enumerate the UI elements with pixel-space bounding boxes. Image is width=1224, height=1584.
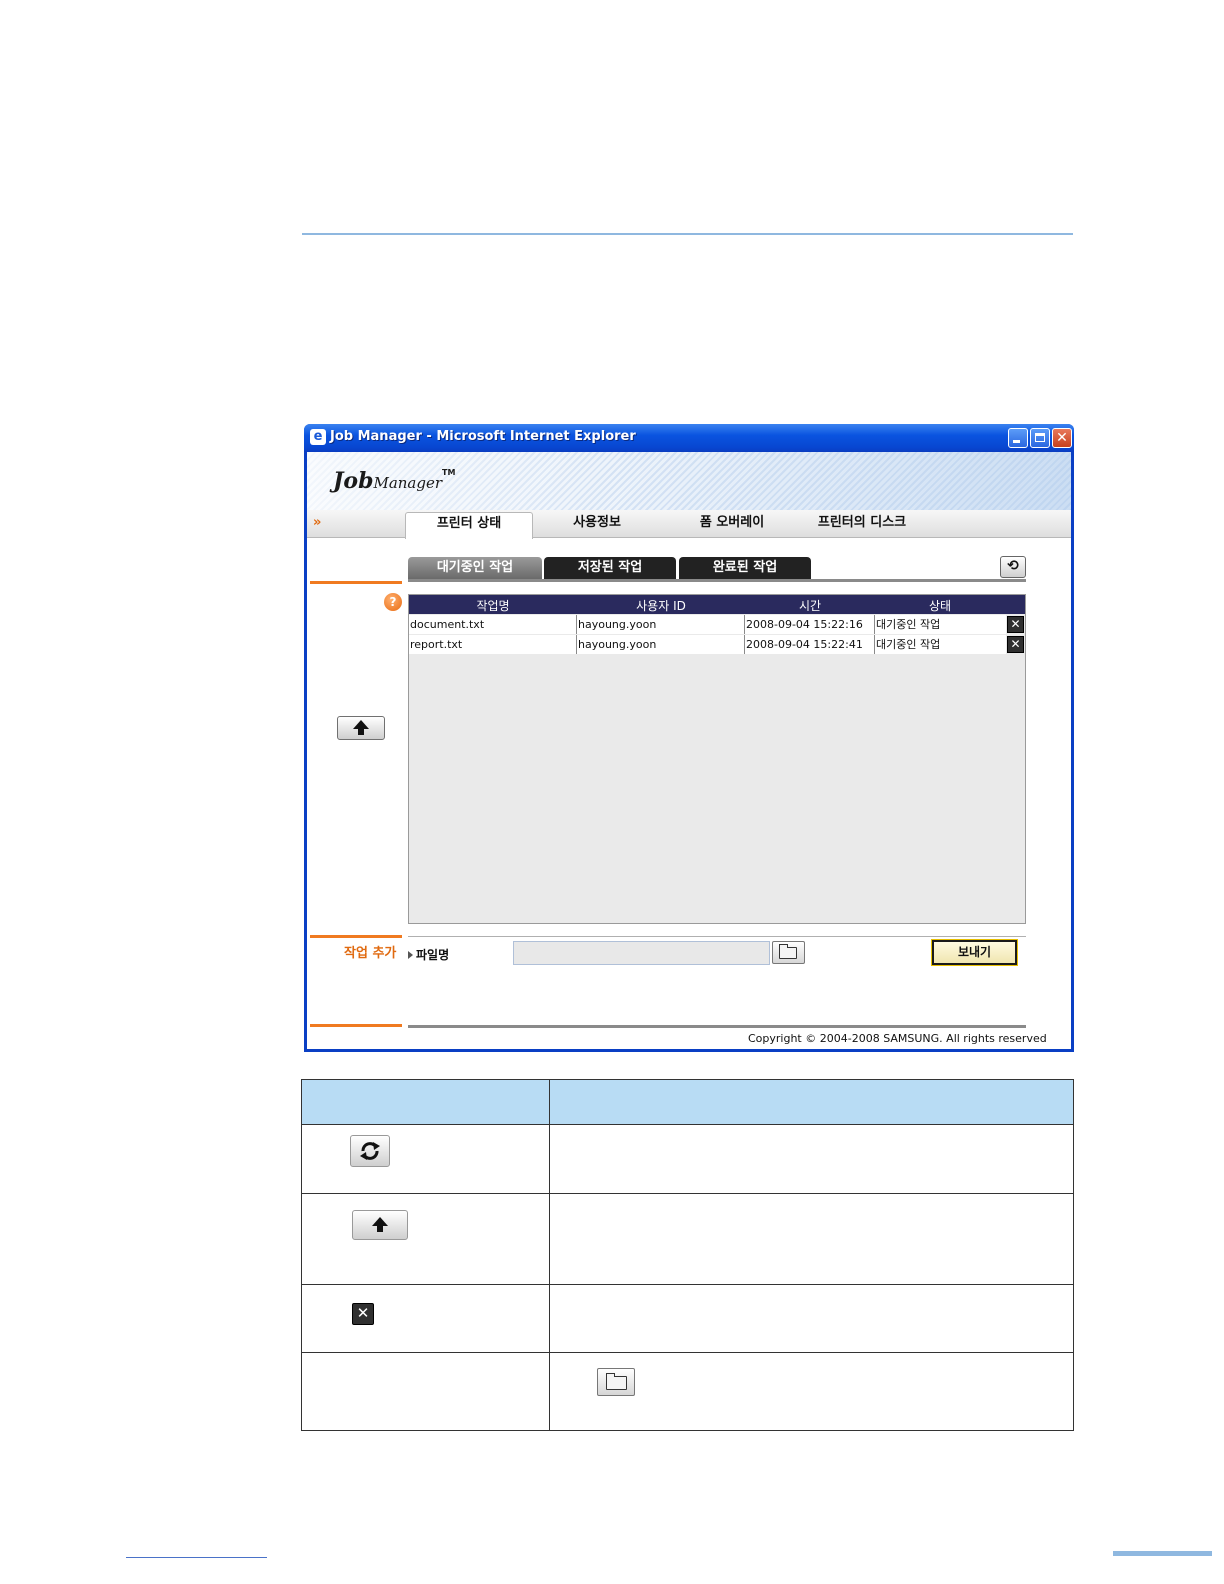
orange-divider-mid xyxy=(310,935,402,938)
cell-time: 2008-09-04 15:22:41 xyxy=(745,635,875,654)
legend-icon-cell: ✕ xyxy=(301,1284,550,1353)
minimize-button[interactable] xyxy=(1008,428,1028,448)
job-manager-logo: JobManagerTM xyxy=(333,468,455,494)
title-bar[interactable]: e Job Manager - Microsoft Internet Explo… xyxy=(304,424,1074,452)
job-list: 작업명 사용자 ID 시간 상태 document.txt hayoung.yo… xyxy=(408,594,1026,924)
browse-button[interactable] xyxy=(772,941,805,964)
logo-manager: Manager xyxy=(373,474,443,492)
legend-header-icon xyxy=(301,1079,550,1125)
copyright-text: Copyright © 2004-2008 SAMSUNG. All right… xyxy=(748,1032,1047,1045)
icon-legend-table: ✕ xyxy=(301,1079,1074,1431)
cell-job-name: report.txt xyxy=(409,635,577,654)
window-title: Job Manager - Microsoft Internet Explore… xyxy=(330,429,636,444)
tab-printer-disk[interactable]: 프린터의 디스크 xyxy=(807,510,917,538)
close-button[interactable]: ✕ xyxy=(1052,428,1072,448)
legend-desc-cell xyxy=(549,1352,1074,1431)
cell-user-id: hayoung.yoon xyxy=(577,635,745,654)
filename-label: 파일명 xyxy=(408,946,449,963)
col-time[interactable]: 시간 xyxy=(745,597,875,614)
add-job-divider xyxy=(408,936,1026,937)
col-user-id[interactable]: 사용자 ID xyxy=(577,597,745,614)
legend-header-row xyxy=(301,1079,1074,1125)
table-row[interactable]: report.txt hayoung.yoon 2008-09-04 15:22… xyxy=(409,635,1025,654)
logo-job: Job xyxy=(333,468,374,494)
col-status[interactable]: 상태 xyxy=(875,597,1005,614)
refresh-button[interactable]: ⟲ xyxy=(1000,556,1026,578)
help-icon[interactable]: ? xyxy=(384,593,402,611)
subtab-underline xyxy=(408,579,1026,582)
bottom-left-rule xyxy=(126,1557,267,1558)
filename-field[interactable] xyxy=(513,941,770,965)
page-content: JobManagerTM » 프린터 상태 사용정보 폼 오버레이 프린터의 디… xyxy=(307,452,1071,1049)
tab-usage-info[interactable]: 사용정보 xyxy=(557,510,637,538)
legend-desc-cell xyxy=(549,1284,1074,1353)
col-job-name[interactable]: 작업명 xyxy=(409,597,577,614)
tab-printer-status[interactable]: 프린터 상태 xyxy=(405,512,533,539)
cell-job-name: document.txt xyxy=(409,615,577,634)
orange-divider-top xyxy=(310,581,402,584)
legend-row xyxy=(301,1193,1074,1285)
add-job-label: 작업 추가 xyxy=(344,946,397,961)
refresh-icon: ⟲ xyxy=(1007,558,1019,574)
delete-icon: ✕ xyxy=(352,1303,374,1325)
move-up-button[interactable] xyxy=(337,716,385,740)
subtab-stored-jobs[interactable]: 저장된 작업 xyxy=(544,557,676,579)
refresh-icon-svg xyxy=(360,1142,380,1160)
ie-icon: e xyxy=(310,429,326,445)
footer-divider xyxy=(408,1025,1026,1028)
legend-row: ✕ xyxy=(301,1284,1074,1353)
legend-desc-cell xyxy=(549,1124,1074,1194)
legend-icon-cell xyxy=(301,1352,550,1431)
folder-glyph xyxy=(606,1373,627,1390)
send-button[interactable]: 보내기 xyxy=(931,939,1018,966)
subtab-waiting-jobs[interactable]: 대기중인 작업 xyxy=(408,557,542,579)
legend-row xyxy=(301,1352,1074,1431)
cell-user-id: hayoung.yoon xyxy=(577,615,745,634)
folder-icon xyxy=(597,1368,635,1396)
delete-job-button[interactable]: ✕ xyxy=(1007,616,1024,633)
delete-job-button[interactable]: ✕ xyxy=(1007,636,1024,653)
job-list-header: 작업명 사용자 ID 시간 상태 xyxy=(409,595,1025,614)
legend-icon-cell xyxy=(301,1124,550,1194)
tab-form-overlay[interactable]: 폼 오버레이 xyxy=(687,510,777,538)
up-arrow-icon xyxy=(352,1210,408,1240)
up-arrow-icon xyxy=(353,720,369,735)
bottom-right-rule xyxy=(1113,1551,1212,1556)
top-rule xyxy=(302,233,1073,235)
legend-header-desc xyxy=(549,1079,1074,1125)
up-arrow-glyph xyxy=(372,1217,388,1232)
orange-divider-bottom xyxy=(310,1024,402,1027)
refresh-icon xyxy=(350,1135,390,1167)
cell-status: 대기중인 작업 xyxy=(875,635,1006,654)
main-nav: » 프린터 상태 사용정보 폼 오버레이 프린터의 디스크 xyxy=(307,510,1071,539)
cell-status: 대기중인 작업 xyxy=(875,615,1006,634)
folder-icon xyxy=(779,944,797,959)
cell-time: 2008-09-04 15:22:16 xyxy=(745,615,875,634)
table-row[interactable]: document.txt hayoung.yoon 2008-09-04 15:… xyxy=(409,615,1025,634)
legend-row xyxy=(301,1124,1074,1194)
subtab-completed-jobs[interactable]: 완료된 작업 xyxy=(679,557,811,579)
logo-tm: TM xyxy=(442,468,456,477)
ie-window: e Job Manager - Microsoft Internet Explo… xyxy=(304,424,1074,1052)
legend-desc-cell xyxy=(549,1193,1074,1285)
nav-arrow-icon: » xyxy=(313,515,322,530)
legend-icon-cell xyxy=(301,1193,550,1285)
maximize-button[interactable] xyxy=(1030,428,1050,448)
